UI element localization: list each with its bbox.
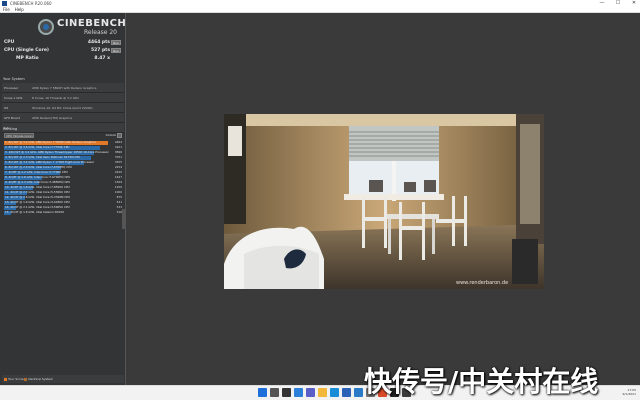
system-value: AMD Ryzen 7 5800H with Radeon Graphics <box>32 86 97 90</box>
logo-release: Release 20 <box>84 29 117 36</box>
cinebench-logo-icon <box>38 19 54 35</box>
score-value: 527 pts <box>90 48 110 53</box>
minimize-button[interactable]: — <box>598 0 606 7</box>
system-row: Info <box>2 123 124 133</box>
teams-icon[interactable] <box>306 388 315 397</box>
details-label: Details <box>105 133 116 137</box>
scores-panel: CPU 4464 pts Run CPU (Single Core) 527 p… <box>2 39 124 63</box>
system-label: Cores x GHz <box>4 96 23 100</box>
ranking-controls: CPU (Single Core) Details <box>2 133 124 139</box>
menu-help[interactable]: Help <box>15 7 24 13</box>
render-scene-image: www.renderbaron.de <box>224 114 544 289</box>
title-bar: CINEBENCH R20.060 — ☐ ✕ <box>0 0 640 7</box>
mail-icon[interactable] <box>354 388 363 397</box>
system-row: Processor AMD Ryzen 7 5800H with Radeon … <box>2 83 124 93</box>
render-watermark: www.renderbaron.de <box>456 280 508 286</box>
ranking-list: 1. 8C/16T @ 3.2 GHz, AMD Ryzen 7 5800H w… <box>2 140 124 215</box>
system-label: OS <box>4 106 9 110</box>
legend-swatch <box>4 377 7 381</box>
system-row: Cores x GHz 8 Cores, 16 Threads @ 3.2 GH… <box>2 93 124 103</box>
ranking-scrollbar[interactable] <box>122 209 125 229</box>
score-row-cpu: CPU 4464 pts Run <box>2 39 124 47</box>
run-single-core-button[interactable]: Run <box>111 48 121 53</box>
edge-icon[interactable] <box>330 388 339 397</box>
maximize-button[interactable]: ☐ <box>614 0 622 7</box>
overlay-watermark: 快传号/中关村在线 <box>364 365 599 398</box>
run-cpu-button[interactable]: Run <box>111 40 121 45</box>
system-label: GFX Board <box>4 116 20 120</box>
legend-label: Identical System <box>28 377 54 381</box>
clock-date: 9/1/2021 <box>622 392 636 396</box>
cinebench-logo: CINEBENCH Release 20 <box>38 15 127 39</box>
system-value: Windows 10, 64 Bit, China (build 22000) <box>32 106 93 110</box>
legend: Your Score Identical System <box>2 375 124 383</box>
score-value: 4464 pts <box>87 40 110 45</box>
store-icon[interactable] <box>342 388 351 397</box>
legend-identical-system: Identical System <box>24 377 53 381</box>
left-panel: CINEBENCH Release 20 CPU 4464 pts Run CP… <box>0 13 126 385</box>
file-explorer-icon[interactable] <box>318 388 327 397</box>
windows-start-icon[interactable] <box>258 388 267 397</box>
system-tray-clock[interactable]: 17:05 9/1/2021 <box>623 388 636 396</box>
legend-swatch <box>24 377 27 381</box>
app-icon <box>2 1 7 6</box>
details-toggle[interactable] <box>117 133 122 138</box>
system-row: GFX Board AMD Radeon(TM) Graphics <box>2 113 124 123</box>
task-view-icon[interactable] <box>282 388 291 397</box>
system-value: AMD Radeon(TM) Graphics <box>32 116 73 120</box>
ranking-label: 15. 4C/4T @ 1.6 GHz, Intel Celeron N3150 <box>5 210 64 214</box>
ranking-title: Ranking <box>3 127 18 131</box>
score-row-mp-ratio: MP Ratio 8.47 x <box>2 55 124 63</box>
widgets-icon[interactable] <box>294 388 303 397</box>
ranking-select[interactable]: CPU (Single Core) <box>4 133 34 138</box>
render-viewport: www.renderbaron.de <box>127 13 640 385</box>
system-row: OS Windows 10, 64 Bit, China (build 2200… <box>2 103 124 113</box>
score-value: 8.47 x <box>94 56 110 61</box>
system-label: Processor <box>4 86 19 90</box>
system-title: Your System <box>3 77 25 81</box>
score-label: MP Ratio <box>16 56 39 61</box>
legend-your-score: Your Score <box>4 377 24 381</box>
ranking-row[interactable]: 15. 4C/4T @ 1.6 GHz, Intel Celeron N3150… <box>2 210 124 215</box>
menu-file[interactable]: File <box>3 7 10 13</box>
score-row-single-core: CPU (Single Core) 527 pts Run <box>2 47 124 55</box>
search-icon[interactable] <box>270 388 279 397</box>
render-scene: www.renderbaron.de <box>224 114 544 289</box>
legend-label: Your Score <box>8 377 24 381</box>
close-button[interactable]: ✕ <box>630 0 638 7</box>
logo-name: CINEBENCH <box>57 18 127 29</box>
score-label: CPU <box>4 40 15 45</box>
system-info: Processor AMD Ryzen 7 5800H with Radeon … <box>2 83 124 133</box>
system-value: 8 Cores, 16 Threads @ 3.2 GHz <box>32 96 79 100</box>
score-label: CPU (Single Core) <box>4 48 49 53</box>
